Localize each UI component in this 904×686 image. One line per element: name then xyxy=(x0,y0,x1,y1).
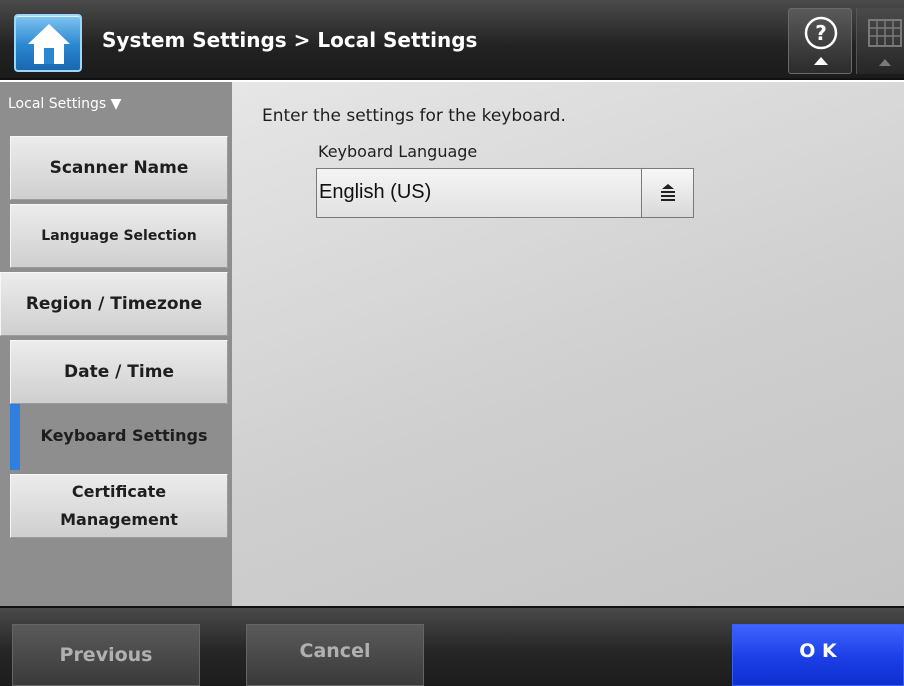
page-title: System Settings > Local Settings xyxy=(102,28,478,52)
keyboard-button[interactable] xyxy=(856,8,904,74)
keyboard-language-select[interactable]: English (US) xyxy=(316,168,694,218)
sidebar-item-language-selection[interactable]: Language Selection xyxy=(10,204,228,268)
sidebar-item-label: Scanner Name xyxy=(49,158,189,178)
sidebar-item-label: Region / Timezone xyxy=(25,294,203,314)
home-icon xyxy=(28,24,70,64)
sidebar-title[interactable]: Local Settings ▼ xyxy=(8,96,121,112)
main-panel: Enter the settings for the keyboard. Key… xyxy=(232,82,904,606)
sidebar-item-label: Certificate Management xyxy=(60,482,178,529)
sidebar-item-certificate-management[interactable]: Certificate Management xyxy=(10,474,228,538)
sidebar-item-region-timezone[interactable]: Region / Timezone xyxy=(0,272,228,336)
sidebar-item-scanner-name[interactable]: Scanner Name xyxy=(10,136,228,200)
dropdown-button[interactable] xyxy=(641,169,693,217)
previous-button[interactable]: Previous xyxy=(12,624,200,686)
home-button[interactable] xyxy=(14,14,82,72)
dropdown-list-icon xyxy=(661,184,675,201)
keyboard-language-label: Keyboard Language xyxy=(318,142,478,161)
sidebar-item-date-time[interactable]: Date / Time xyxy=(10,340,228,404)
keyboard-language-value: English (US) xyxy=(319,181,432,203)
help-button[interactable]: ? xyxy=(788,8,852,74)
svg-text:?: ? xyxy=(815,21,827,45)
active-item-marker xyxy=(10,404,20,470)
keyboard-icon xyxy=(868,19,902,66)
sidebar-item-label: Keyboard Settings xyxy=(40,426,208,445)
sidebar: Local Settings ▼ Scanner Name Language S… xyxy=(0,82,232,606)
cancel-button[interactable]: Cancel xyxy=(246,624,424,686)
sidebar-item-label: Date / Time xyxy=(64,362,174,382)
help-icon: ? xyxy=(804,16,838,65)
sidebar-item-label: Language Selection xyxy=(41,228,197,244)
instruction-text: Enter the settings for the keyboard. xyxy=(262,106,566,126)
header-bar: System Settings > Local Settings ? xyxy=(0,0,904,80)
footer-bar: Previous Cancel O K xyxy=(0,606,904,686)
ok-button[interactable]: O K xyxy=(732,624,904,686)
sidebar-item-keyboard-settings[interactable]: Keyboard Settings xyxy=(20,404,228,468)
